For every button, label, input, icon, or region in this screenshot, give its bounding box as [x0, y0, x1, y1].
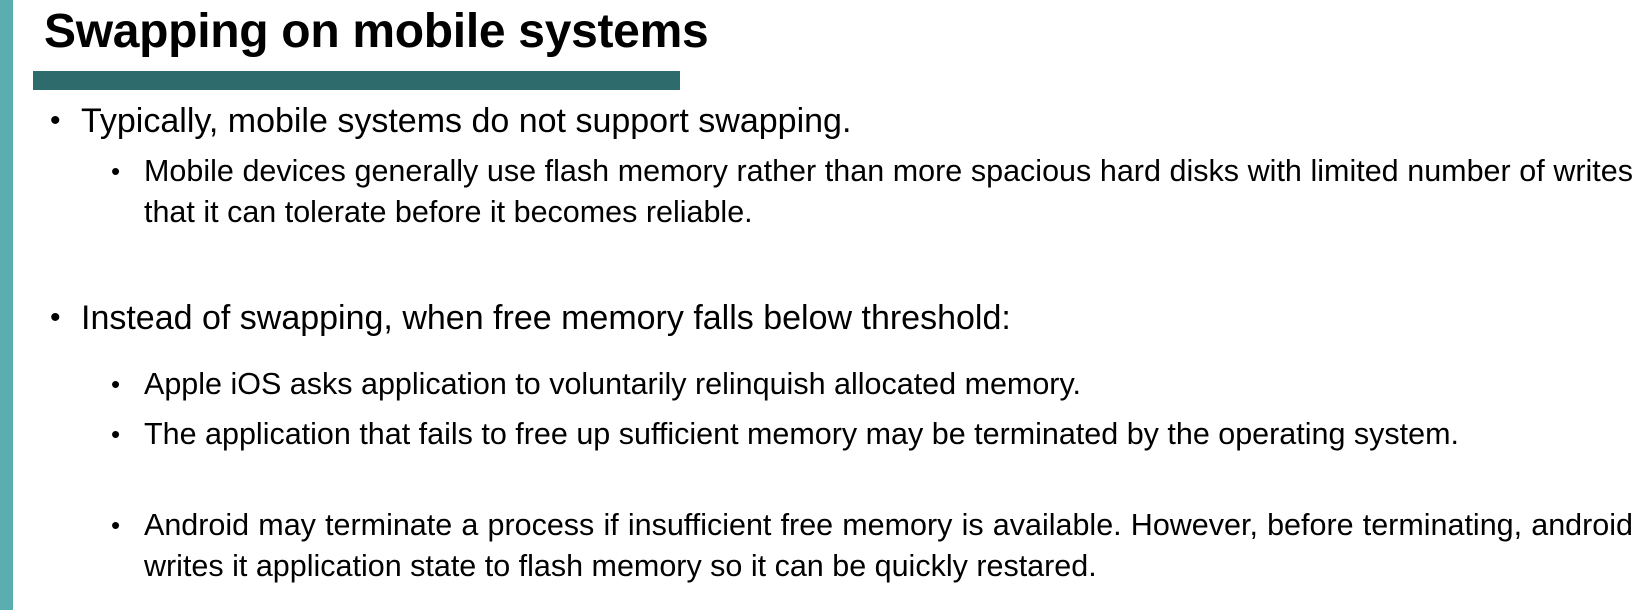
bullet-text: Android may terminate a process if insuf… — [144, 508, 1633, 583]
bullet-text: Mobile devices generally use flash memor… — [144, 154, 1633, 229]
bullet-dot-icon: • — [111, 419, 121, 449]
bullet-dot-icon: • — [111, 369, 121, 399]
bullet-text: Instead of swapping, when free memory fa… — [81, 299, 1011, 337]
bullet-dot-icon: • — [50, 104, 61, 137]
bullet-text: Apple iOS asks application to voluntaril… — [144, 367, 1081, 401]
bullet-text: Typically, mobile systems do not support… — [81, 102, 852, 140]
slide-content: • Typically, mobile systems do not suppo… — [0, 0, 1640, 610]
bullet-item-level1: • Instead of swapping, when free memory … — [50, 296, 1630, 340]
bullet-item-level2: • Mobile devices generally use flash mem… — [111, 151, 1633, 233]
bullet-item-level2: • The application that fails to free up … — [111, 414, 1633, 455]
bullet-text: The application that fails to free up su… — [144, 417, 1459, 451]
bullet-dot-icon: • — [111, 510, 121, 540]
bullet-dot-icon: • — [111, 156, 121, 186]
bullet-item-level2: • Android may terminate a process if ins… — [111, 505, 1633, 587]
bullet-dot-icon: • — [50, 301, 61, 334]
bullet-item-level1: • Typically, mobile systems do not suppo… — [50, 99, 1630, 143]
bullet-item-level2: • Apple iOS asks application to voluntar… — [111, 364, 1633, 405]
